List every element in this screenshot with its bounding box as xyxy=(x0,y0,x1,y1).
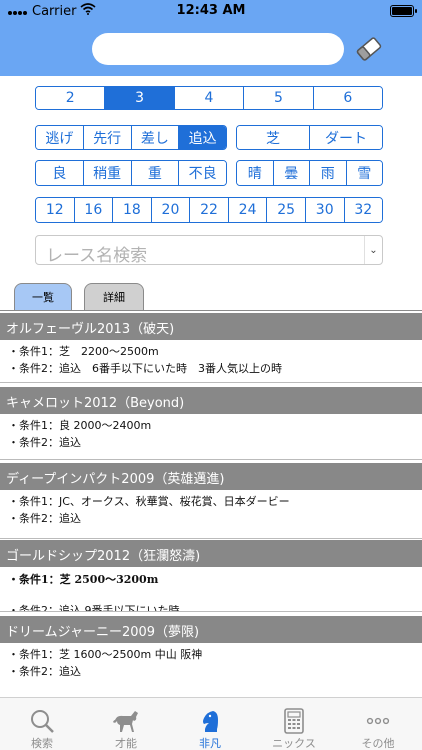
more-dots-icon xyxy=(336,708,420,734)
position-option[interactable]: 2 xyxy=(36,87,105,109)
tab-extraordinary[interactable]: 非凡 xyxy=(168,698,252,750)
tab-extraordinary-label: 非凡 xyxy=(199,737,221,750)
horse-icon xyxy=(84,708,168,734)
tab-nicks-label: ニックス xyxy=(272,737,316,750)
race-name-select[interactable]: レース名検索 ⌄ xyxy=(35,235,383,266)
race-title: オルフェーヴル2013（破天) xyxy=(6,322,175,337)
race-condition: ・条件2：追込 6番手以下にいた時 3番人気以上の時 xyxy=(8,362,282,375)
distance-option[interactable]: 24 xyxy=(227,198,267,222)
style-option[interactable]: 差し xyxy=(130,126,179,149)
tab-detail[interactable]: 詳細 xyxy=(84,283,144,310)
tab-nicks[interactable]: ニックス xyxy=(252,698,336,750)
tab-search[interactable]: 検索 xyxy=(0,698,84,750)
race-condition: ・条件1：芝 2500〜3200m xyxy=(8,573,159,586)
position-option[interactable]: 6 xyxy=(312,87,382,109)
race-conditions: ・条件1：JC、オークス、秋華賞、桜花賞、日本ダービー ・条件2：追込 xyxy=(0,490,422,539)
race-header[interactable]: ドリームジャーニー2009（夢限) xyxy=(0,616,422,643)
distance-option[interactable]: 20 xyxy=(150,198,190,222)
style-option[interactable]: 逃げ xyxy=(36,126,83,149)
race-condition: ・条件2：追込 xyxy=(8,512,81,525)
weather-option[interactable]: 雪 xyxy=(345,161,382,185)
position-option[interactable]: 4 xyxy=(173,87,244,109)
going-option[interactable]: 稍重 xyxy=(82,161,131,185)
race-title: ドリームジャーニー2009（夢限) xyxy=(6,625,200,640)
tab-list[interactable]: 一覧 xyxy=(14,283,72,310)
nav-bar xyxy=(0,22,422,76)
eraser-icon[interactable] xyxy=(354,36,384,62)
weather-option[interactable]: 曇 xyxy=(272,161,309,185)
race-conditions: ・条件1：良 2000〜2400m ・条件2：追込 xyxy=(0,414,422,460)
battery-icon xyxy=(390,5,417,17)
tab-other-label: その他 xyxy=(361,737,395,750)
race-title: ゴールドシップ2012（狂瀾怒濤) xyxy=(6,549,201,564)
position-option[interactable]: 5 xyxy=(243,87,313,109)
race-header[interactable]: ゴールドシップ2012（狂瀾怒濤) xyxy=(0,540,422,567)
race-header[interactable]: ディープインパクト2009（英雄邁進) xyxy=(0,463,422,490)
weather-filter: 晴 曇 雨 雪 xyxy=(236,160,383,186)
distance-option[interactable]: 25 xyxy=(266,198,305,222)
race-condition: ・条件1：芝 1600〜2500m 中山 阪神 xyxy=(8,648,203,661)
race-condition: ・条件1：芝 2200〜2500m xyxy=(8,345,159,358)
tab-bar: 検索 才能 非凡 ニックス その他 xyxy=(0,697,422,750)
going-filter: 良 稍重 重 不良 xyxy=(35,160,227,186)
calculator-icon xyxy=(252,708,336,734)
surface-option[interactable]: 芝 xyxy=(237,126,309,149)
race-header[interactable]: オルフェーヴル2013（破天) xyxy=(0,313,422,340)
race-title: キャメロット2012（Beyond) xyxy=(6,396,185,411)
weather-option[interactable]: 雨 xyxy=(309,161,346,185)
surface-option[interactable]: ダート xyxy=(309,126,382,149)
magnifier-icon xyxy=(0,708,84,734)
going-option[interactable]: 良 xyxy=(36,161,83,185)
tab-search-label: 検索 xyxy=(31,737,53,750)
distance-option[interactable]: 30 xyxy=(304,198,344,222)
position-filter: 2 3 4 5 6 xyxy=(35,86,383,110)
race-condition: ・条件1：JC、オークス、秋華賞、桜花賞、日本ダービー xyxy=(8,495,290,508)
race-condition: ・条件2：追込 9番手以下にいた時 xyxy=(8,604,180,612)
race-conditions: ・条件1：芝 1600〜2500m 中山 阪神 ・条件2：追込 xyxy=(0,643,422,697)
distance-option[interactable]: 18 xyxy=(112,198,151,222)
race-condition: ・条件1：良 2000〜2400m xyxy=(8,419,152,432)
style-filter: 逃げ 先行 差し 追込 xyxy=(35,125,227,150)
chess-knight-icon xyxy=(168,708,252,734)
distance-option[interactable]: 22 xyxy=(189,198,228,222)
going-option[interactable]: 不良 xyxy=(178,161,226,185)
surface-filter: 芝 ダート xyxy=(236,125,383,150)
race-condition: ・条件2：追込 xyxy=(8,436,81,449)
tab-detail-label: 詳細 xyxy=(103,291,125,304)
race-conditions: ・条件1：芝 2500〜3200m ・条件2：追込 9番手以下にいた時 xyxy=(0,567,422,612)
style-option[interactable]: 先行 xyxy=(82,126,131,149)
race-title: ディープインパクト2009（英雄邁進) xyxy=(6,472,225,487)
tab-other[interactable]: その他 xyxy=(336,698,420,750)
tab-talent[interactable]: 才能 xyxy=(84,698,168,750)
distance-filter: 12 16 18 20 22 24 25 30 32 xyxy=(35,197,383,223)
position-option-selected[interactable]: 3 xyxy=(104,87,174,109)
distance-option[interactable]: 16 xyxy=(73,198,113,222)
race-conditions: ・条件1：芝 2200〜2500m ・条件2：追込 6番手以下にいた時 3番人気… xyxy=(0,340,422,383)
race-condition: ・条件2：追込 xyxy=(8,665,81,678)
race-header[interactable]: キャメロット2012（Beyond) xyxy=(0,387,422,414)
chevron-down-icon: ⌄ xyxy=(364,236,382,264)
going-option[interactable]: 重 xyxy=(130,161,179,185)
distance-option[interactable]: 32 xyxy=(343,198,382,222)
style-option-selected[interactable]: 追込 xyxy=(178,126,226,149)
race-name-placeholder: レース名検索 xyxy=(46,246,148,266)
distance-option[interactable]: 12 xyxy=(36,198,74,222)
tab-list-label: 一覧 xyxy=(32,291,54,304)
search-input[interactable] xyxy=(92,33,344,65)
tab-talent-label: 才能 xyxy=(115,737,137,750)
race-list[interactable]: オルフェーヴル2013（破天) ・条件1：芝 2200〜2500m ・条件2：追… xyxy=(0,310,422,697)
status-time: 12:43 AM xyxy=(176,3,246,18)
weather-option[interactable]: 晴 xyxy=(237,161,273,185)
status-bar: Carrier 12:43 AM xyxy=(0,0,422,22)
